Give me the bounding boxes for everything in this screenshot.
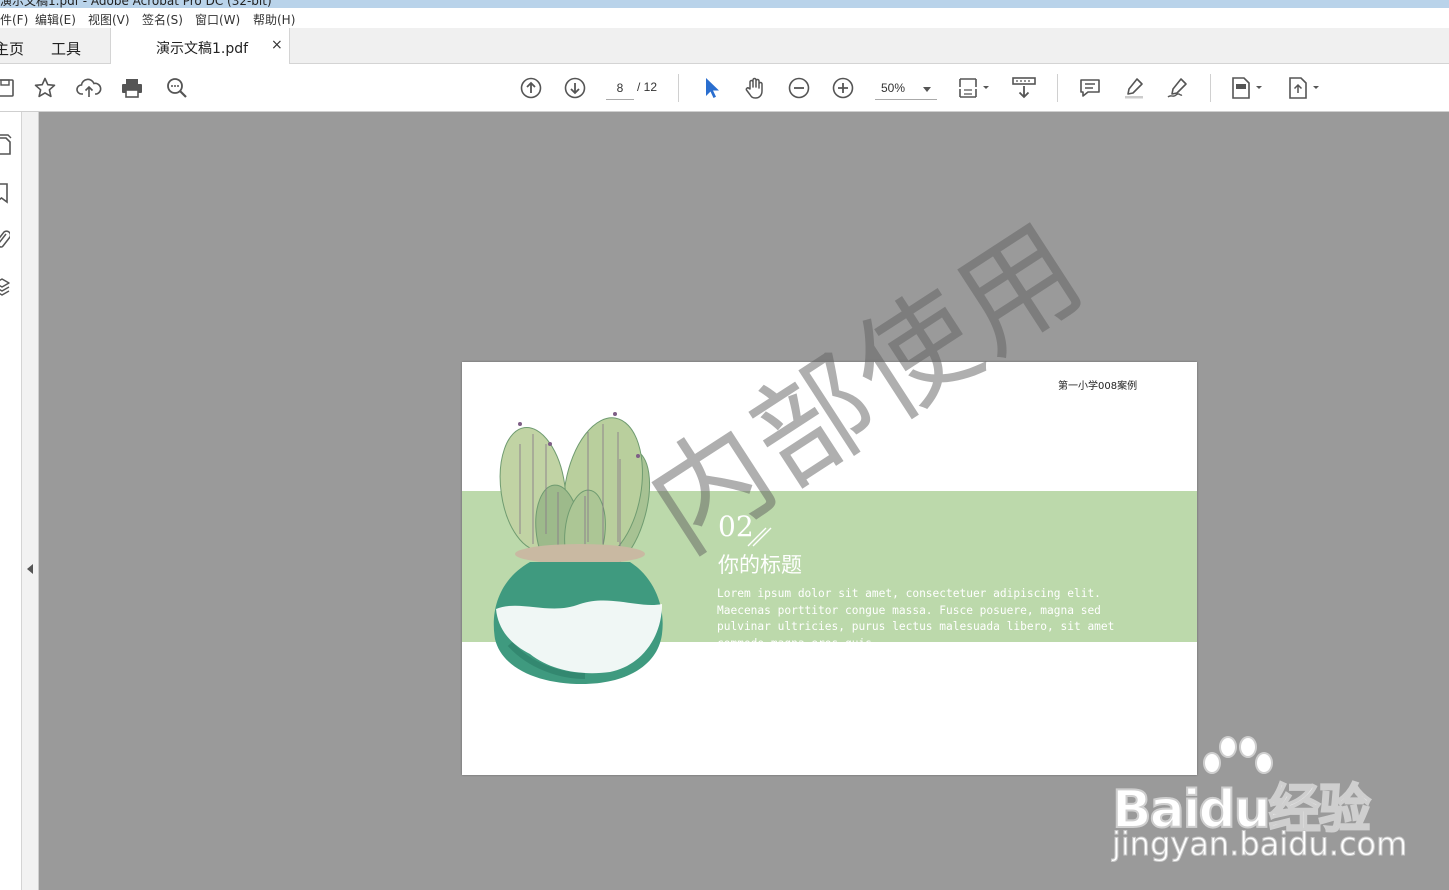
tab-document[interactable]: 演示文稿1.pdf ×	[110, 28, 290, 65]
layers-icon[interactable]	[0, 276, 10, 302]
export-icon[interactable]	[1287, 76, 1323, 100]
menu-help[interactable]: 帮助(H)	[253, 11, 295, 28]
case-label: 第一小学008案例	[1058, 381, 1138, 392]
select-arrow-icon[interactable]	[698, 76, 724, 100]
baidu-watermark: Baidu经验 jingyan.baidu.com	[1111, 735, 1442, 885]
tab-home[interactable]: 主页	[0, 38, 24, 59]
zoom-value: 50%	[881, 81, 906, 95]
menu-file[interactable]: 件(F)	[0, 11, 28, 28]
zoom-select[interactable]: 50%	[875, 78, 937, 100]
menu-window[interactable]: 窗口(W)	[195, 11, 240, 28]
toolbar: 8 / 12 50%	[0, 64, 1449, 112]
page-total: / 12	[637, 80, 658, 94]
sign-icon[interactable]	[1165, 76, 1191, 100]
page-up-icon[interactable]	[518, 76, 544, 100]
window-title: 演示文稿1.pdf - Adobe Acrobat Pro DC (32-bit…	[0, 0, 272, 8]
body-text: Lorem ipsum dolor sit amet, consectetuer…	[717, 587, 1115, 642]
document-tab-title: 演示文稿1.pdf	[156, 41, 249, 57]
collapse-arrow-icon	[27, 564, 33, 574]
attachments-icon[interactable]	[0, 228, 12, 254]
left-sidebar	[0, 112, 22, 890]
bookmarks-icon[interactable]	[0, 182, 10, 208]
cloud-upload-icon[interactable]	[76, 76, 102, 100]
scroll-mode-icon[interactable]	[1011, 76, 1037, 100]
toolbar-divider	[678, 74, 679, 102]
menu-bar: 件(F) 编辑(E) 视图(V) 签名(S) 窗口(W) 帮助(H)	[0, 8, 1449, 28]
tab-tools[interactable]: 工具	[51, 38, 81, 59]
highlight-icon[interactable]	[1121, 76, 1147, 100]
pages-icon[interactable]	[0, 134, 12, 160]
page-down-icon[interactable]	[562, 76, 588, 100]
toolbar-divider	[1057, 74, 1058, 102]
close-icon[interactable]: ×	[271, 37, 283, 53]
comment-icon[interactable]	[1077, 76, 1103, 100]
menu-view[interactable]: 视图(V)	[88, 11, 130, 28]
tab-bar: 主页 工具 演示文稿1.pdf ×	[0, 28, 1449, 65]
print-icon[interactable]	[119, 76, 145, 100]
create-pdf-icon[interactable]	[1230, 76, 1266, 100]
fit-page-icon[interactable]	[957, 76, 993, 100]
menu-edit[interactable]: 编辑(E)	[35, 11, 76, 28]
save-icon[interactable]	[0, 76, 18, 100]
baidu-site: jingyan.baidu.com	[1111, 825, 1408, 864]
menu-sign[interactable]: 签名(S)	[142, 11, 183, 28]
bookmark-star-icon[interactable]	[32, 76, 58, 100]
toolbar-divider	[1210, 74, 1211, 102]
search-zoom-icon[interactable]	[164, 76, 190, 100]
chevron-down-icon	[923, 87, 931, 92]
zoom-in-icon[interactable]	[830, 76, 856, 100]
page-number-input[interactable]: 8	[606, 78, 634, 100]
hand-icon[interactable]	[742, 76, 768, 100]
zoom-out-icon[interactable]	[786, 76, 812, 100]
window-titlebar: 演示文稿1.pdf - Adobe Acrobat Pro DC (32-bit…	[0, 0, 1449, 8]
sidebar-collapse-handle[interactable]	[22, 112, 39, 890]
